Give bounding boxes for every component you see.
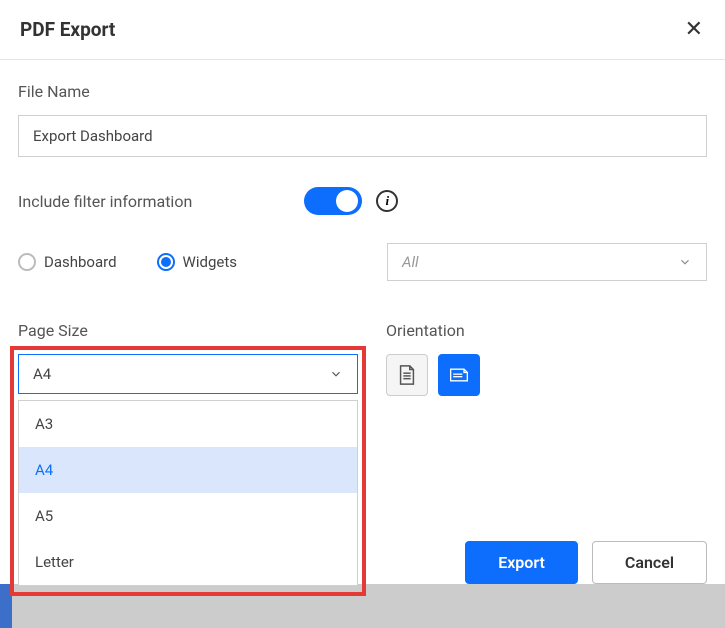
page-size-option-a5[interactable]: A5 <box>19 493 357 539</box>
dialog-footer: Export Cancel <box>465 541 707 584</box>
page-size-label: Page Size <box>18 321 358 340</box>
page-size-value: A4 <box>33 365 51 383</box>
filter-toggle[interactable] <box>304 187 362 215</box>
page-size-dropdown: A3 A4 A5 Letter <box>18 400 358 586</box>
page-size-option-a3[interactable]: A3 <box>19 401 357 447</box>
export-button[interactable]: Export <box>465 541 578 584</box>
dialog-content: File Name Include filter information i D… <box>0 60 725 396</box>
filter-row: Include filter information i <box>18 187 707 215</box>
info-icon[interactable]: i <box>376 190 398 212</box>
dialog-header: PDF Export ✕ <box>0 0 725 60</box>
background-strip <box>0 584 725 628</box>
page-portrait-icon <box>397 364 417 386</box>
radio-icon <box>18 253 36 271</box>
page-size-select[interactable]: A4 <box>18 354 358 394</box>
filter-label: Include filter information <box>18 192 192 211</box>
close-icon[interactable]: ✕ <box>685 19 703 41</box>
orientation-label: Orientation <box>386 321 707 340</box>
radio-label: Dashboard <box>44 253 117 271</box>
orientation-landscape-button[interactable] <box>438 354 480 396</box>
dialog-title: PDF Export <box>20 18 115 41</box>
widget-select[interactable]: All <box>387 243 707 281</box>
chevron-down-icon <box>678 255 692 269</box>
radio-label: Widgets <box>183 253 237 271</box>
file-name-label: File Name <box>18 82 707 101</box>
scope-row: Dashboard Widgets All <box>18 243 707 281</box>
page-landscape-icon <box>449 364 469 386</box>
file-name-input[interactable] <box>18 115 707 157</box>
page-size-option-a4[interactable]: A4 <box>19 447 357 493</box>
chevron-down-icon <box>329 367 343 381</box>
scope-radio-widgets[interactable]: Widgets <box>157 253 237 271</box>
cancel-button[interactable]: Cancel <box>592 541 707 584</box>
orientation-portrait-button[interactable] <box>386 354 428 396</box>
scope-radio-dashboard[interactable]: Dashboard <box>18 253 117 271</box>
widget-select-value: All <box>402 253 419 271</box>
radio-icon <box>157 253 175 271</box>
page-size-option-letter[interactable]: Letter <box>19 539 357 585</box>
